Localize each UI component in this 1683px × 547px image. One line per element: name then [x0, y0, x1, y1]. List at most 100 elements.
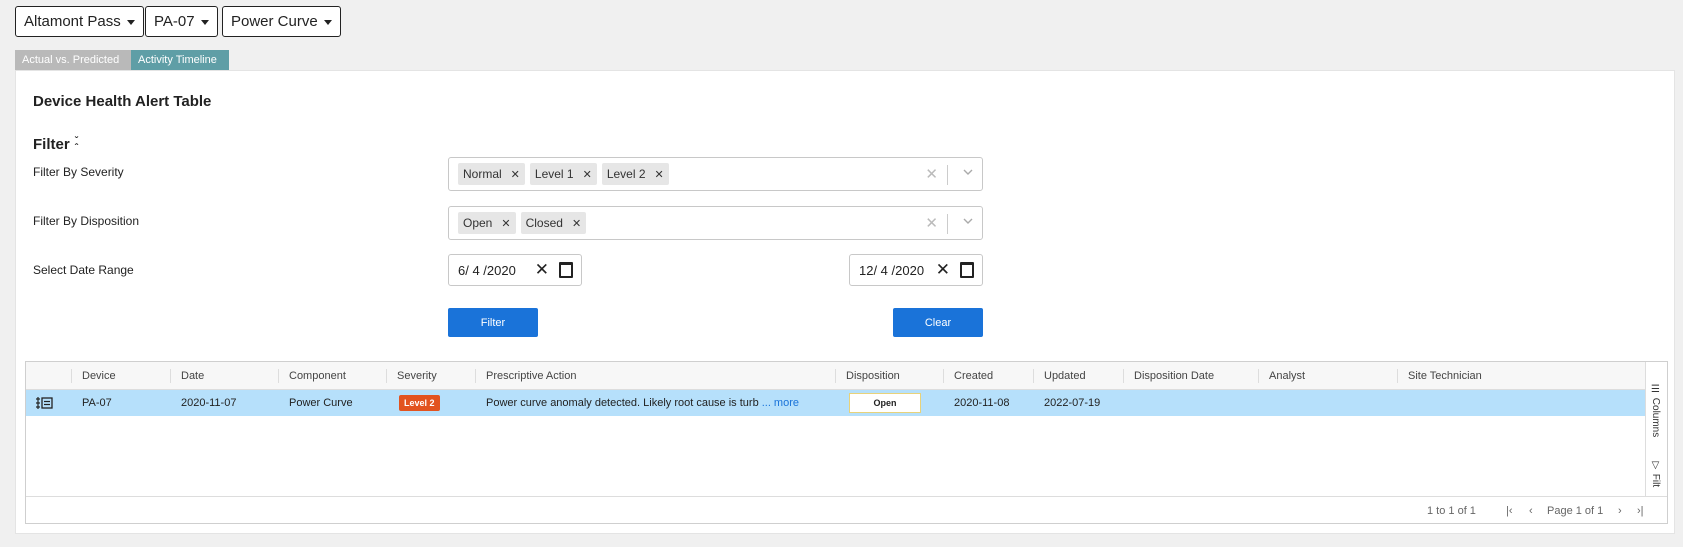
prev-page-icon[interactable]: ‹ — [1529, 505, 1533, 517]
panel-title: Device Health Alert Table — [33, 93, 212, 110]
column-separator — [1123, 369, 1124, 383]
remove-chip-icon[interactable]: ✕ — [501, 217, 510, 230]
cell-component: Power Curve — [289, 397, 353, 409]
column-header-date[interactable]: Date — [181, 362, 204, 390]
filter-button[interactable]: Filter — [448, 308, 538, 337]
divider — [947, 214, 948, 234]
disposition-filter-label: Filter By Disposition — [33, 214, 140, 228]
severity-filter-label: Filter By Severity — [33, 165, 124, 179]
divider — [947, 165, 948, 185]
column-header-created[interactable]: Created — [954, 362, 993, 390]
next-page-icon[interactable]: › — [1618, 505, 1622, 517]
column-header-disposition[interactable]: Disposition — [846, 362, 900, 390]
end-date-value: 12/ 4 /2020 — [859, 262, 925, 278]
action-text: Power curve anomaly detected. Likely roo… — [486, 397, 759, 409]
table-header: Device Date Component Severity Prescript… — [26, 362, 1645, 390]
severity-badge: Level 2 — [399, 395, 440, 411]
column-header-analyst[interactable]: Analyst — [1269, 362, 1305, 390]
clear-button[interactable]: Clear — [893, 308, 983, 337]
site-dropdown[interactable]: Altamont Pass — [15, 6, 144, 37]
first-page-icon[interactable]: |‹ — [1506, 505, 1513, 517]
filters-tab-label: Filt — [1650, 473, 1661, 488]
column-header-component[interactable]: Component — [289, 362, 346, 390]
severity-multiselect[interactable]: Normal ✕ Level 1 ✕ Level 2 ✕ ✕ — [448, 157, 983, 191]
column-separator — [475, 369, 476, 383]
collapse-icon: ˇˆ — [74, 135, 79, 154]
row-detail-icon[interactable] — [36, 390, 53, 416]
tab-label: Activity Timeline — [138, 54, 217, 66]
cell-disposition: Open — [849, 390, 921, 416]
column-separator — [71, 369, 72, 383]
turbine-dropdown[interactable]: PA-07 — [145, 6, 218, 37]
filter-toggle[interactable]: Filter ˇˆ — [33, 136, 78, 153]
chip-label: Normal — [463, 167, 502, 181]
chip-closed: Closed ✕ — [520, 212, 587, 234]
columns-tab[interactable]: ☰ Columns — [1650, 384, 1661, 437]
cell-updated: 2022-07-19 — [1044, 397, 1101, 409]
chip-level-1: Level 1 ✕ — [529, 163, 597, 185]
remove-chip-icon[interactable]: ✕ — [583, 168, 592, 181]
column-separator — [386, 369, 387, 383]
filters-tab[interactable]: ▽ Filt — [1650, 460, 1661, 487]
chip-normal: Normal ✕ — [458, 163, 525, 185]
view-dropdown[interactable]: Power Curve — [222, 6, 341, 37]
remove-chip-icon[interactable]: ✕ — [655, 168, 664, 181]
cell-prescriptive-action: Power curve anomaly detected. Likely roo… — [486, 390, 799, 416]
cell-date: 2020-11-07 — [181, 397, 237, 409]
tab-activity-timeline[interactable]: Activity Timeline — [131, 50, 229, 70]
calendar-icon[interactable] — [559, 262, 573, 278]
column-header-prescriptive-action[interactable]: Prescriptive Action — [486, 362, 576, 390]
column-header-site-technician[interactable]: Site Technician — [1408, 362, 1482, 390]
view-dropdown-label: Power Curve — [231, 13, 318, 30]
chip-label: Closed — [525, 216, 563, 230]
chip-label: Open — [463, 216, 493, 230]
funnel-icon: ▽ — [1650, 460, 1661, 474]
caret-down-icon — [323, 20, 332, 25]
cell-severity: Level 2 — [399, 390, 440, 416]
column-separator — [170, 369, 171, 383]
clear-date-icon[interactable]: ✕ — [936, 260, 950, 280]
remove-chip-icon[interactable]: ✕ — [572, 217, 581, 230]
tab-actual-vs-predicted[interactable]: Actual vs. Predicted — [15, 50, 131, 70]
cell-device: PA-07 — [82, 397, 112, 409]
end-date-input[interactable]: 12/ 4 /2020 ✕ — [849, 254, 983, 286]
row-count: 1 to 1 of 1 — [1427, 505, 1476, 517]
column-separator — [943, 369, 944, 383]
column-separator — [1033, 369, 1034, 383]
page-info: Page 1 of 1 — [1547, 505, 1604, 517]
clear-all-icon[interactable]: ✕ — [925, 165, 938, 183]
caret-down-icon — [126, 20, 135, 25]
columns-tab-label: Columns — [1650, 397, 1661, 438]
start-date-input[interactable]: 6/ 4 /2020 ✕ — [448, 254, 582, 286]
column-separator — [1397, 369, 1398, 383]
column-separator — [835, 369, 836, 383]
column-header-updated[interactable]: Updated — [1044, 362, 1086, 390]
column-separator — [278, 369, 279, 383]
chevron-down-icon[interactable] — [963, 216, 973, 226]
table-footer: 1 to 1 of 1 |‹ ‹ Page 1 of 1 › ›| — [26, 496, 1667, 523]
columns-icon: ☰ — [1650, 384, 1661, 398]
clear-all-icon[interactable]: ✕ — [925, 214, 938, 232]
clear-date-icon[interactable]: ✕ — [535, 260, 549, 280]
start-date-value: 6/ 4 /2020 — [458, 262, 516, 278]
remove-chip-icon[interactable]: ✕ — [511, 168, 520, 181]
calendar-icon[interactable] — [960, 262, 974, 278]
chevron-down-icon[interactable] — [963, 167, 973, 177]
disposition-badge[interactable]: Open — [849, 393, 921, 413]
more-link[interactable]: ... more — [762, 397, 799, 409]
column-header-device[interactable]: Device — [82, 362, 116, 390]
table-row[interactable]: PA-07 2020-11-07 Power Curve Level 2 Pow… — [26, 390, 1645, 416]
date-range-label: Select Date Range — [33, 263, 134, 277]
chip-level-2: Level 2 ✕ — [601, 163, 669, 185]
grid-side-panel: ☰ Columns ▽ Filt — [1645, 362, 1667, 496]
cell-created: 2020-11-08 — [954, 397, 1010, 409]
last-page-icon[interactable]: ›| — [1637, 505, 1644, 517]
disposition-multiselect[interactable]: Open ✕ Closed ✕ ✕ — [448, 206, 983, 240]
column-header-disposition-date[interactable]: Disposition Date — [1134, 362, 1214, 390]
tab-label: Actual vs. Predicted — [22, 54, 120, 66]
column-header-severity[interactable]: Severity — [397, 362, 437, 390]
chip-label: Level 1 — [534, 167, 574, 181]
caret-down-icon — [200, 20, 209, 25]
alert-table: Device Date Component Severity Prescript… — [25, 361, 1668, 524]
turbine-dropdown-label: PA-07 — [154, 13, 195, 30]
